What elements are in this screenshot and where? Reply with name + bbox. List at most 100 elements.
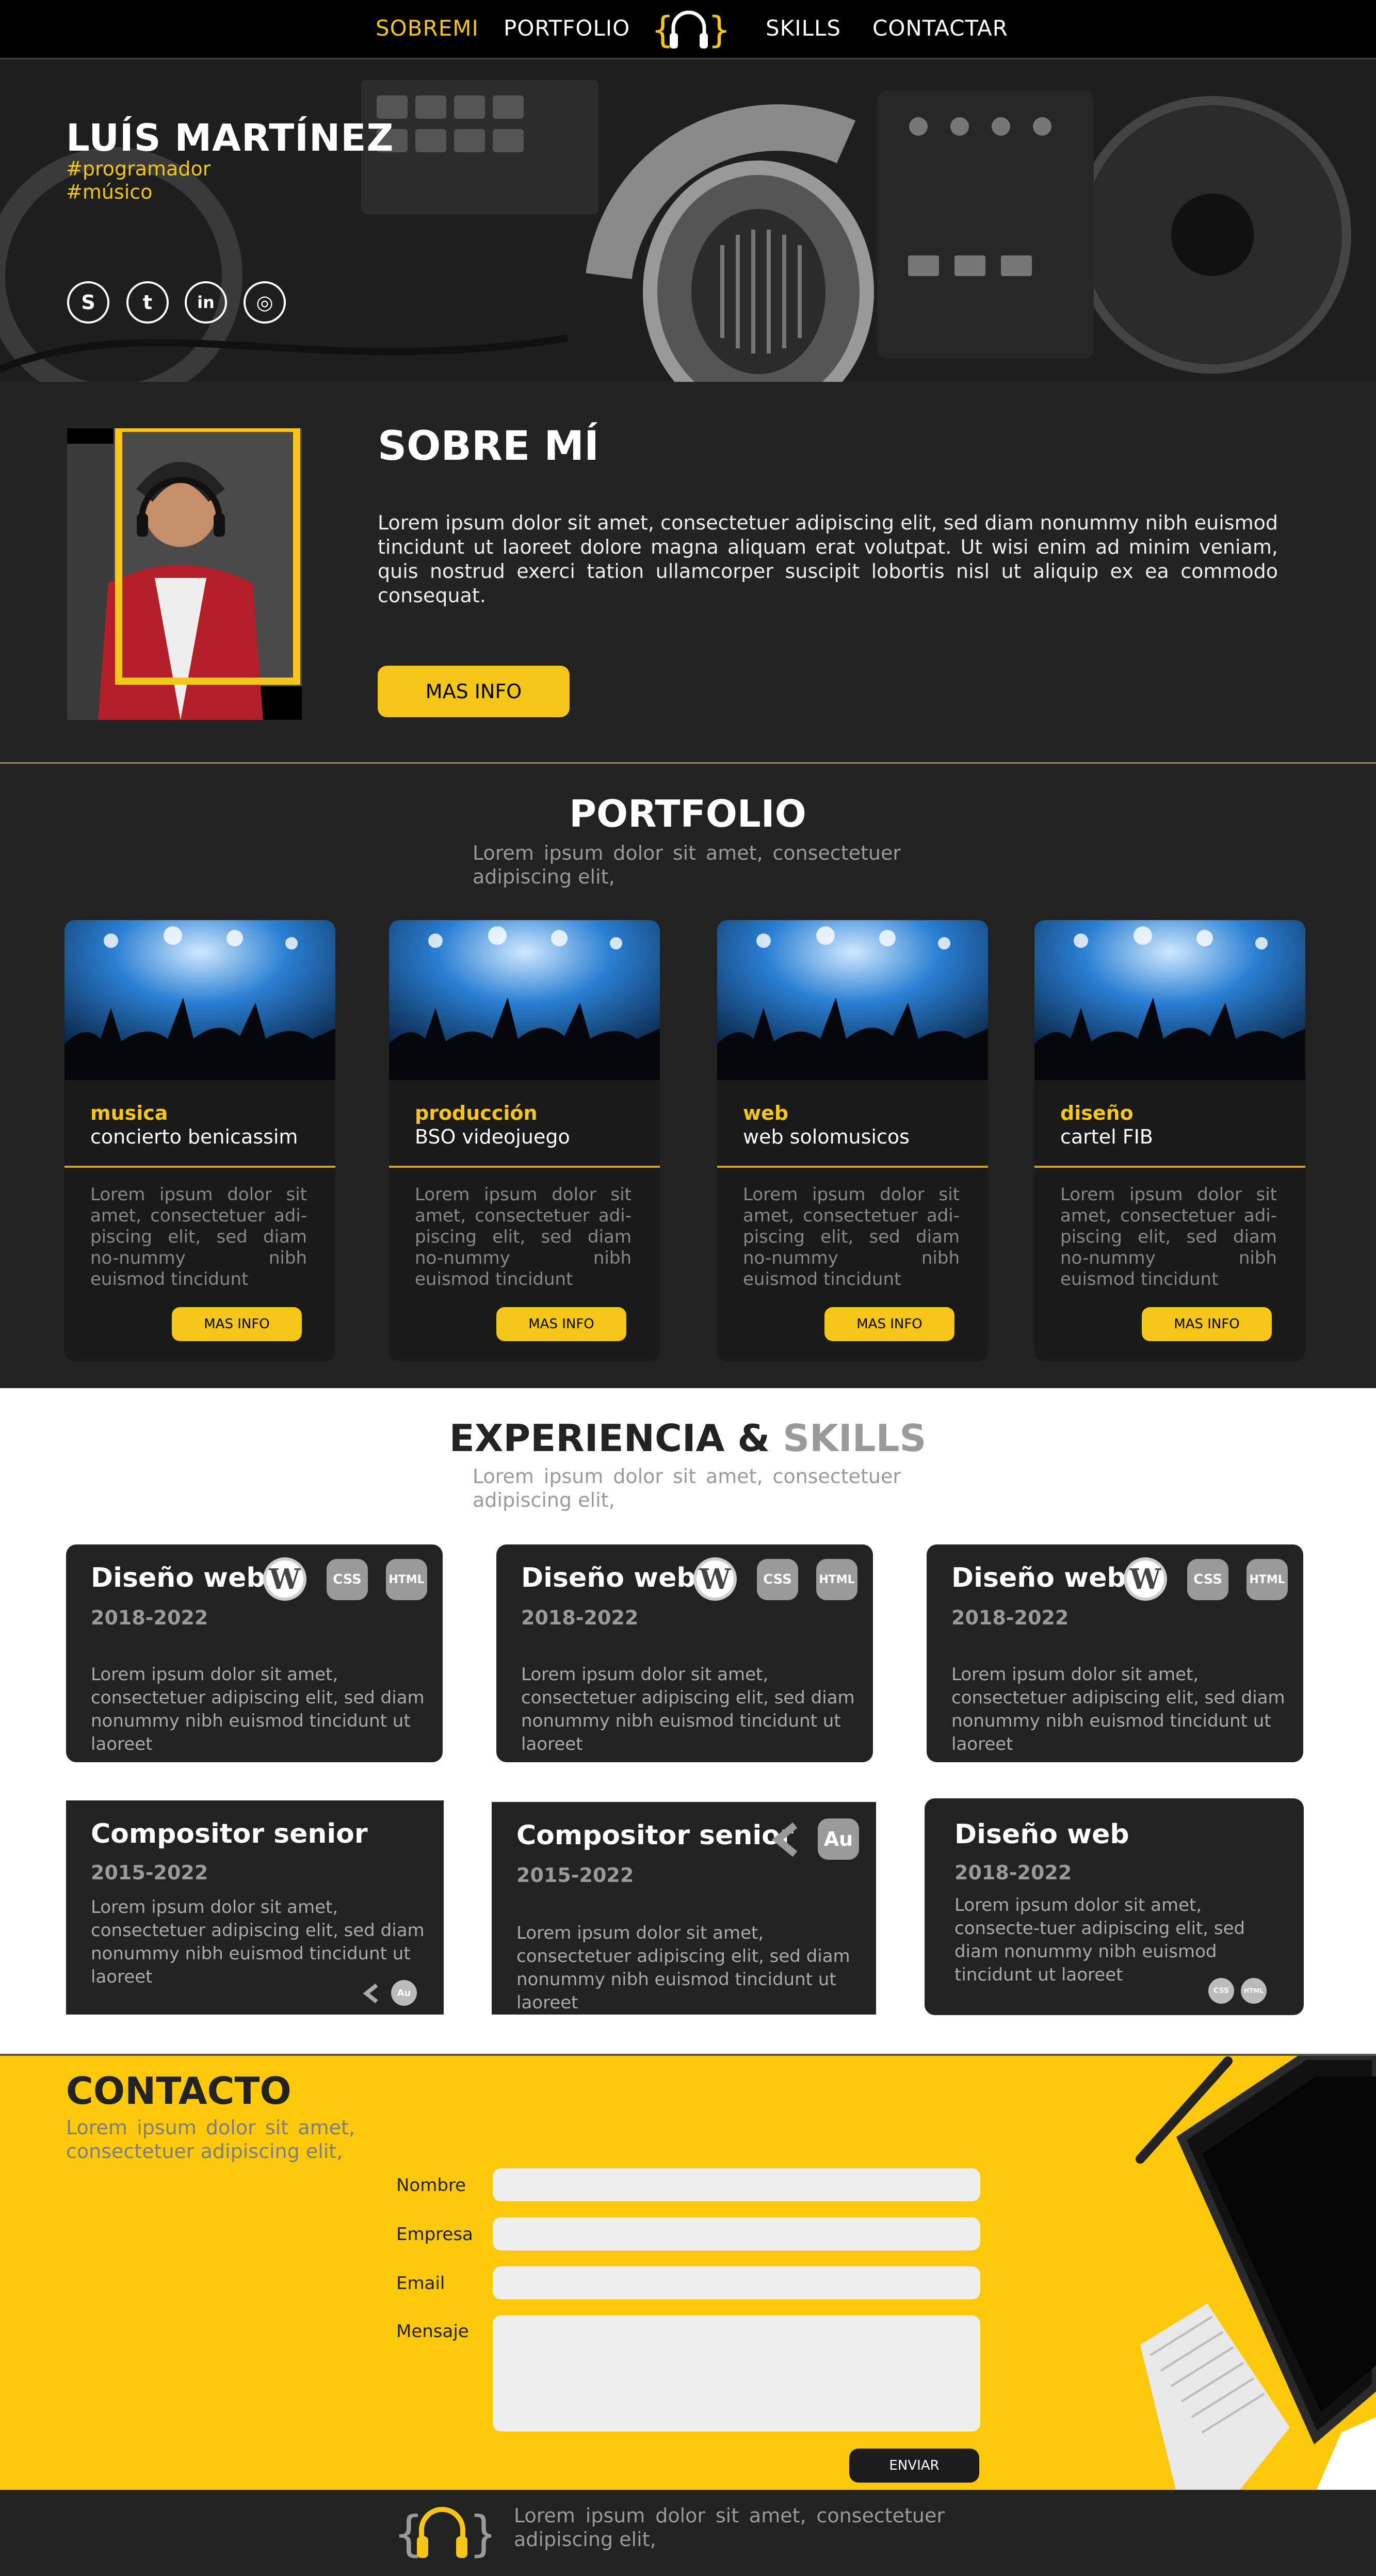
card-text: Lorem ipsum dolor sit amet, consectetuer… — [1060, 1184, 1277, 1290]
portfolio-card: producción BSO videojuego Lorem ipsum do… — [389, 920, 660, 1361]
about-title: SOBRE MÍ — [378, 423, 600, 470]
concert-image — [64, 920, 335, 1080]
skills-subtitle: Lorem ipsum dolor sit amet, consectetuer… — [473, 1465, 901, 1511]
contact-title: CONTACTO — [66, 2069, 292, 2113]
skill-card: Compositor senior 2015-2022 Lorem ipsum … — [66, 1800, 444, 2015]
nav-skills[interactable]: SKILLS — [766, 15, 841, 41]
portfolio-card: musica concierto benicassim Lorem ipsum … — [64, 920, 335, 1361]
label-email: Email — [396, 2273, 445, 2294]
twitter-icon[interactable]: t — [126, 281, 169, 324]
mensaje-field[interactable] — [493, 2315, 980, 2432]
skills-title-grey: SKILLS — [783, 1416, 927, 1460]
skill-name: Compositor senior — [516, 1820, 794, 1851]
skill-text: Lorem ipsum dolor sit amet, consectetuer… — [91, 1664, 425, 1754]
audition-icon: Au — [391, 1980, 417, 2006]
hero-banner: LUÍS MARTÍNEZ #programador #músico S t i… — [0, 59, 1376, 382]
portfolio-subtitle: Lorem ipsum dolor sit amet, consectetuer… — [473, 842, 901, 888]
card-divider — [64, 1166, 335, 1168]
card-text: Lorem ipsum dolor sit amet, consectetuer… — [743, 1184, 960, 1290]
linkedin-icon[interactable]: in — [185, 281, 227, 324]
label-nombre: Nombre — [396, 2175, 466, 2196]
skill-text: Lorem ipsum dolor sit amet, consectetuer… — [91, 1897, 425, 1987]
card-more-info-button[interactable]: MAS INFO — [172, 1307, 302, 1341]
card-title: web solomusicos — [743, 1125, 910, 1148]
instagram-icon[interactable]: ◎ — [244, 281, 286, 324]
skill-years: 2015-2022 — [516, 1864, 634, 1887]
nav-contactar[interactable]: CONTACTAR — [872, 15, 1008, 41]
card-category: diseño — [1060, 1102, 1134, 1124]
skill-text: Lorem ipsum dolor sit amet, consectetuer… — [516, 1923, 850, 2013]
card-title: concierto benicassim — [90, 1125, 298, 1148]
html-icon: HTML — [816, 1559, 857, 1600]
skill-card: Diseño web 2018-2022 Lorem ipsum dolor s… — [925, 1798, 1304, 2015]
headphones-logo-icon: { } — [393, 2506, 491, 2562]
skill-card: Compositor senior Au 2015-2022 Lorem ips… — [492, 1802, 876, 2015]
portfolio-title: PORTFOLIO — [569, 792, 806, 835]
html-icon: HTML — [1247, 1559, 1288, 1600]
email-field[interactable] — [493, 2266, 980, 2299]
label-mensaje: Mensaje — [396, 2321, 469, 2342]
skill-text: Lorem ipsum dolor sit amet, consectetuer… — [521, 1664, 855, 1754]
card-divider — [717, 1166, 988, 1168]
skill-years: 2018-2022 — [91, 1606, 208, 1629]
hero-tag-programador: #programador — [66, 157, 211, 180]
skill-name: Compositor senior — [91, 1818, 368, 1849]
wordpress-icon: W — [263, 1557, 306, 1601]
skills-title-main: EXPERIENCIA & — [449, 1416, 770, 1460]
footer-text: Lorem ipsum dolor sit amet, consectetuer… — [514, 2504, 945, 2551]
skill-name: Diseño web — [91, 1563, 266, 1593]
cubase-icon — [363, 1983, 378, 2004]
empresa-field[interactable] — [493, 2217, 980, 2250]
portfolio-card: web web solomusicos Lorem ipsum dolor si… — [717, 920, 988, 1361]
about-text: Lorem ipsum dolor sit amet, consectetuer… — [378, 511, 1278, 607]
hero-tag-musico: #músico — [66, 181, 153, 203]
audition-icon: Au — [818, 1818, 859, 1860]
headphones-logo-icon[interactable]: { } — [650, 6, 727, 54]
html-icon: HTML — [1241, 1978, 1267, 2004]
card-divider — [389, 1166, 660, 1168]
portfolio-card: diseño cartel FIB Lorem ipsum dolor sit … — [1034, 920, 1305, 1361]
skill-text: Lorem ipsum dolor sit amet, consectetuer… — [951, 1664, 1285, 1754]
skill-years: 2018-2022 — [954, 1861, 1072, 1884]
skype-icon[interactable]: S — [67, 281, 109, 324]
cubase-icon — [771, 1822, 798, 1857]
card-more-info-button[interactable]: MAS INFO — [496, 1307, 626, 1341]
skill-years: 2015-2022 — [91, 1861, 208, 1884]
css-icon: CSS — [757, 1559, 798, 1600]
skill-name: Diseño web — [521, 1563, 696, 1593]
concert-image — [389, 920, 660, 1080]
concert-image — [1034, 920, 1305, 1080]
skill-name: Diseño web — [951, 1563, 1126, 1593]
skill-years: 2018-2022 — [951, 1606, 1069, 1629]
html-icon: HTML — [386, 1559, 427, 1600]
card-text: Lorem ipsum dolor sit amet, consectetuer… — [415, 1184, 632, 1290]
card-more-info-button[interactable]: MAS INFO — [1142, 1307, 1272, 1341]
wordpress-icon: W — [1124, 1557, 1167, 1601]
dj-equipment-image — [0, 59, 1376, 382]
contact-subtitle: Lorem ipsum dolor sit amet, consectetuer… — [66, 2116, 355, 2163]
profile-photo — [67, 428, 302, 720]
svg-text:}: } — [468, 2506, 491, 2562]
card-title: cartel FIB — [1060, 1125, 1153, 1148]
card-category: producción — [415, 1102, 538, 1124]
skill-card: Diseño web W CSS HTML 2018-2022 Lorem ip… — [66, 1544, 443, 1762]
css-icon: CSS — [327, 1559, 368, 1600]
about-more-info-button[interactable]: MAS INFO — [378, 666, 570, 717]
skill-card: Diseño web W CSS HTML 2018-2022 Lorem ip… — [927, 1544, 1303, 1762]
skill-name: Diseño web — [954, 1819, 1129, 1850]
nav-portfolio[interactable]: PORTFOLIO — [504, 15, 630, 41]
nav-sobremi[interactable]: SOBREMI — [376, 15, 479, 41]
nombre-field[interactable] — [493, 2168, 980, 2201]
send-button[interactable]: ENVIAR — [849, 2449, 979, 2483]
card-category: web — [743, 1102, 789, 1124]
card-title: BSO videojuego — [415, 1125, 570, 1148]
hero-name: LUÍS MARTÍNEZ — [66, 116, 394, 159]
desk-tablet-keyboard-image — [1136, 2056, 1376, 2490]
card-more-info-button[interactable]: MAS INFO — [824, 1307, 954, 1341]
skill-text: Lorem ipsum dolor sit amet, consecte-tue… — [954, 1895, 1245, 1985]
top-navbar: SOBREMI PORTFOLIO { } SKILLS CONTACTAR — [0, 0, 1376, 59]
skill-card: Diseño web W CSS HTML 2018-2022 Lorem ip… — [496, 1544, 873, 1762]
label-empresa: Empresa — [396, 2224, 473, 2245]
skill-years: 2018-2022 — [521, 1606, 639, 1629]
skills-title: EXPERIENCIA & SKILLS — [430, 1416, 946, 1460]
